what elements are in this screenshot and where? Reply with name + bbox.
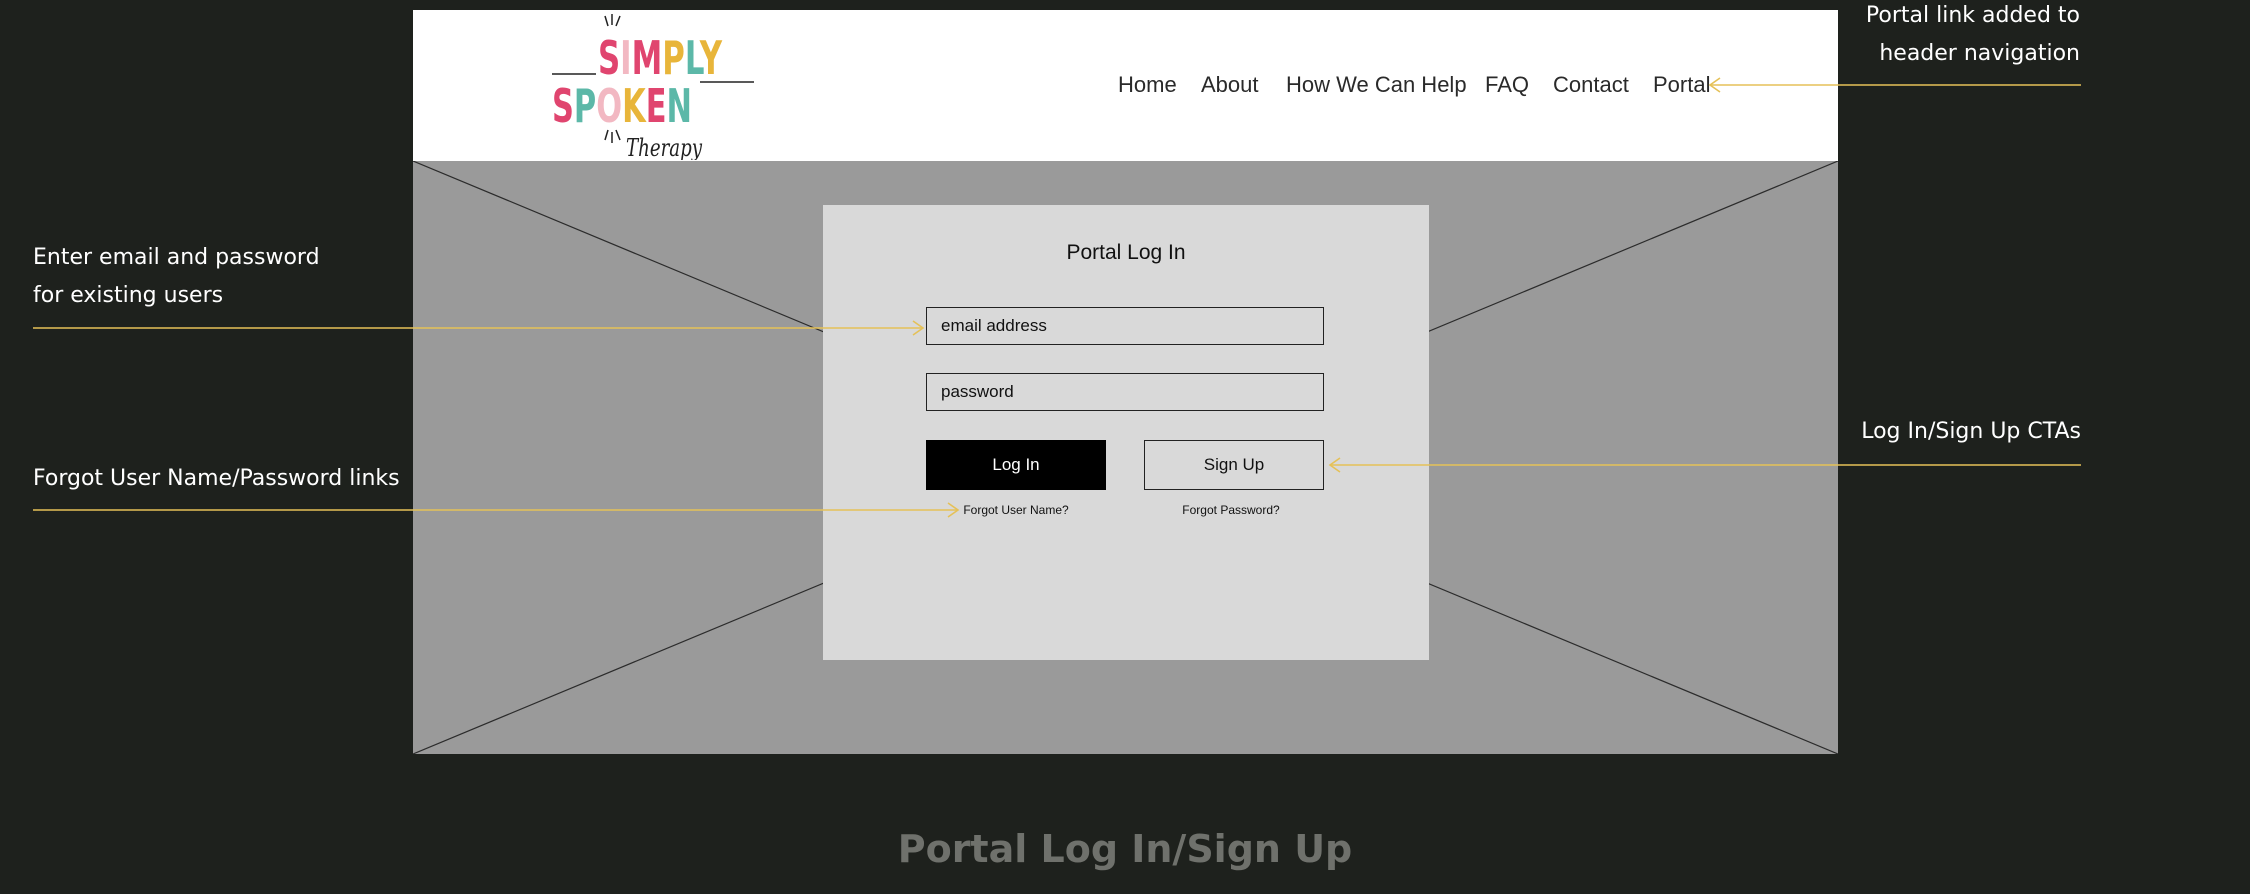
annotation-email-password-line2: for existing users <box>33 283 224 308</box>
email-field[interactable] <box>926 307 1324 345</box>
site-header: SIMPLY SPOKEN Therapy Home About How We … <box>413 10 1838 161</box>
nav-how-we-can-help[interactable]: How We Can Help <box>1286 72 1467 98</box>
annotation-ctas-line1: Log In/Sign Up CTAs <box>1861 419 2081 444</box>
annotation-email-password: Enter email and password for existing us… <box>33 239 320 315</box>
nav-portal[interactable]: Portal <box>1653 72 1710 98</box>
nav-contact[interactable]: Contact <box>1553 72 1629 98</box>
nav-about[interactable]: About <box>1201 72 1259 98</box>
password-field[interactable] <box>926 373 1324 411</box>
login-card: Portal Log In Log In Sign Up Forgot User… <box>823 205 1429 660</box>
forgot-username-link[interactable]: Forgot User Name? <box>926 503 1106 517</box>
signup-button[interactable]: Sign Up <box>1144 440 1324 490</box>
forgot-password-link[interactable]: Forgot Password? <box>1141 503 1321 517</box>
nav-faq[interactable]: FAQ <box>1485 72 1529 98</box>
nav-home[interactable]: Home <box>1118 72 1177 98</box>
login-button[interactable]: Log In <box>926 440 1106 490</box>
annotation-forgot-links-line1: Forgot User Name/Password links <box>33 466 400 491</box>
annotation-portal-link-line2: header navigation <box>1879 41 2080 66</box>
annotation-forgot-links: Forgot User Name/Password links <box>33 460 400 498</box>
login-title: Portal Log In <box>1066 241 1186 264</box>
logo-line1: SIMPLY <box>598 31 722 85</box>
annotation-ctas: Log In/Sign Up CTAs <box>1861 413 2081 451</box>
logo-line3: Therapy <box>626 134 702 160</box>
wireframe-frame: SIMPLY SPOKEN Therapy Home About How We … <box>413 10 1838 754</box>
hero-image-placeholder: Portal Log In Log In Sign Up Forgot User… <box>413 161 1838 754</box>
logo-line2: SPOKEN <box>552 79 692 133</box>
annotation-email-password-line1: Enter email and password <box>33 245 320 270</box>
logo[interactable]: SIMPLY SPOKEN Therapy <box>550 12 755 160</box>
page-title: Portal Log In/Sign Up <box>897 827 1353 871</box>
annotation-portal-link-line1: Portal link added to <box>1865 3 2080 28</box>
annotation-portal-link: Portal link added to header navigation <box>1866 0 2080 73</box>
